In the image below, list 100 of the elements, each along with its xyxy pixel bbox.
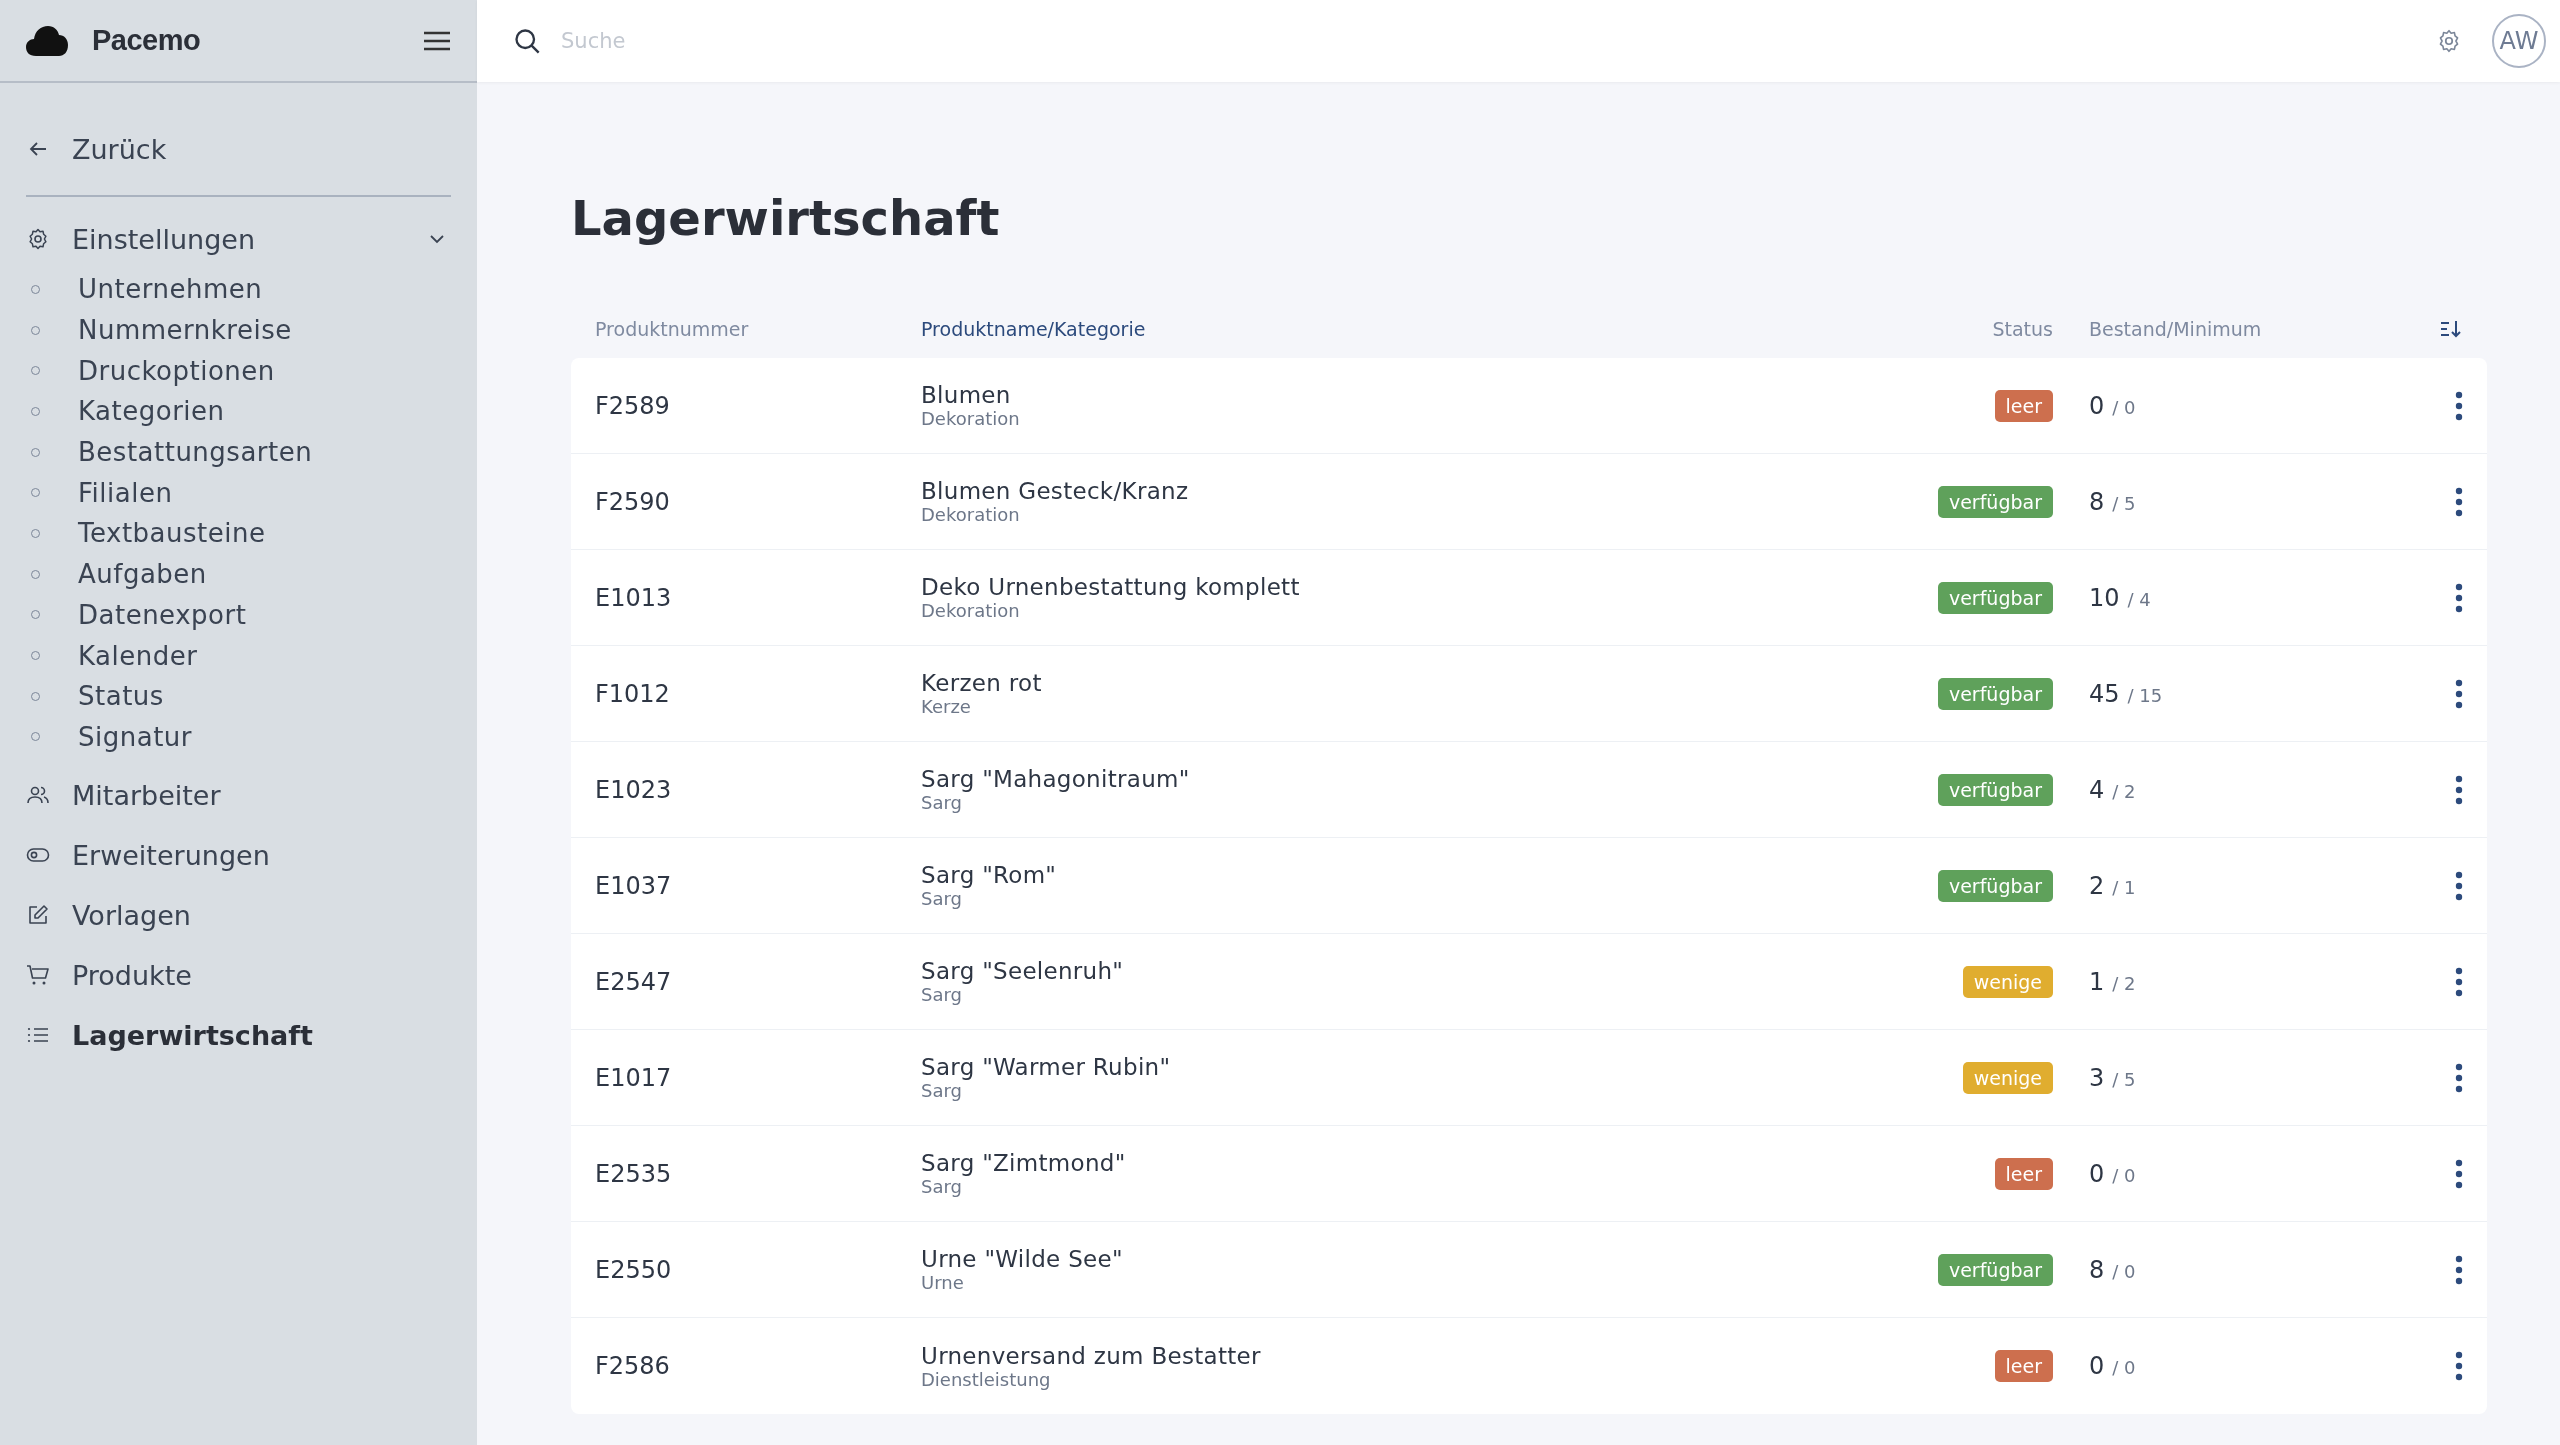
product-category: Kerze (921, 696, 972, 717)
status-badge: verfügbar (1937, 677, 2053, 710)
status-badge: verfügbar (1937, 773, 2053, 806)
nav-item[interactable]: Erweiterungen (26, 825, 451, 886)
submenu-item[interactable]: Status (26, 675, 451, 717)
product-number: F1012 (595, 679, 671, 708)
product-name: Sarg "Mahagonitraum" (921, 766, 1191, 792)
more-options-icon[interactable] (2455, 678, 2463, 709)
stock-count: 0 (2089, 1159, 2105, 1188)
product-name: Deko Urnenbestattung komplett (921, 574, 1301, 600)
product-category: Urne (921, 1272, 965, 1293)
minimum-count: / 5 (2112, 1068, 2136, 1090)
stock-count: 4 (2089, 775, 2105, 804)
product-number: E1013 (595, 583, 673, 612)
column-header[interactable]: Produktname/Kategorie (921, 318, 1853, 340)
page-title: Lagerwirtschaft (571, 190, 1001, 246)
submenu-item[interactable]: Kalender (26, 635, 451, 676)
product-category: Sarg (921, 1080, 963, 1101)
product-number: F2590 (595, 487, 671, 516)
product-name: Sarg "Zimtmond" (921, 1150, 1127, 1176)
menu-icon[interactable] (423, 30, 451, 51)
submenu-item[interactable]: Textbausteine (26, 513, 451, 554)
user-avatar[interactable]: AW (2492, 14, 2546, 68)
product-category: Dekoration (921, 504, 1021, 525)
stock-count: 3 (2089, 1063, 2105, 1092)
minimum-count: / 0 (2112, 1357, 2136, 1378)
minimum-count: / 2 (2112, 780, 2136, 802)
brand-name: Pacemo (92, 24, 202, 57)
minimum-count: / 15 (2127, 684, 2163, 706)
product-number: E1017 (595, 1063, 673, 1092)
submenu-item[interactable]: Signatur (26, 716, 451, 758)
minimum-count: / 1 (2112, 876, 2136, 898)
cloud-logo-icon (26, 24, 68, 57)
product-number: E2550 (595, 1255, 673, 1284)
status-badge: verfügbar (1937, 581, 2053, 614)
product-name: Kerzen rot (921, 670, 1043, 696)
gear-icon (26, 227, 50, 251)
more-options-icon[interactable] (2455, 1254, 2463, 1285)
status-badge: wenige (1962, 965, 2053, 998)
more-options-icon[interactable] (2455, 582, 2463, 613)
minimum-count: / 5 (2112, 492, 2136, 514)
stock-count: 2 (2089, 871, 2105, 900)
submenu-item[interactable]: Bestattungsarten (26, 431, 451, 473)
product-number: E1037 (595, 871, 673, 900)
submenu-item[interactable]: Filialen (26, 472, 451, 514)
minimum-count: / 0 (2112, 1164, 2136, 1186)
status-badge: leer (1994, 1350, 2053, 1382)
product-number: F2589 (595, 391, 671, 420)
submenu-item[interactable]: Unternehmen (26, 269, 451, 310)
product-name: Sarg "Rom" (921, 862, 1058, 888)
status-badge: wenige (1962, 1061, 2053, 1094)
nav-item[interactable]: Mitarbeiter (26, 765, 451, 826)
product-category: Dekoration (921, 600, 1021, 621)
settings-menu-item[interactable]: Einstellungen (26, 213, 451, 265)
minimum-count: / 4 (2127, 588, 2151, 610)
product-number: E1023 (595, 775, 673, 804)
nav-item[interactable]: Lagerwirtschaft (26, 1005, 451, 1066)
more-options-icon[interactable] (2455, 1062, 2463, 1093)
product-name: Sarg "Seelenruh" (921, 958, 1125, 984)
product-category: Sarg (921, 888, 963, 909)
product-name: Blumen Gesteck/Kranz (921, 478, 1190, 504)
minimum-count: / 0 (2112, 396, 2136, 418)
product-category: Dekoration (921, 408, 1021, 429)
more-options-icon[interactable] (2455, 966, 2463, 997)
stock-count: 0 (2089, 1352, 2105, 1380)
stock-count: 0 (2089, 391, 2105, 420)
more-options-icon[interactable] (2455, 870, 2463, 901)
product-number: E2535 (595, 1159, 673, 1188)
sort-icon[interactable] (2439, 319, 2463, 339)
search-icon (513, 27, 541, 55)
submenu-item[interactable]: Datenexport (26, 594, 451, 636)
submenu-item[interactable]: Nummernkreise (26, 309, 451, 351)
nav-item[interactable]: Vorlagen (26, 885, 451, 946)
minimum-count: / 2 (2112, 972, 2136, 994)
product-number: E2547 (595, 967, 673, 996)
more-options-icon[interactable] (2455, 486, 2463, 517)
product-name: Urnenversand zum Bestatter (921, 1342, 1262, 1369)
stock-count: 45 (2089, 679, 2120, 708)
product-name: Sarg "Warmer Rubin" (921, 1054, 1172, 1080)
status-badge: verfügbar (1937, 1253, 2053, 1286)
stock-count: 8 (2089, 487, 2105, 516)
stock-count: 1 (2089, 967, 2105, 996)
more-options-icon[interactable] (2455, 1351, 2463, 1381)
status-badge: verfügbar (1937, 485, 2053, 518)
minimum-count: / 0 (2112, 1260, 2136, 1282)
status-badge: verfügbar (1937, 869, 2053, 902)
product-number: F2586 (595, 1352, 671, 1380)
back-link[interactable]: Zurück (26, 123, 451, 175)
more-options-icon[interactable] (2455, 390, 2463, 421)
product-category: Sarg (921, 1176, 963, 1197)
search-field[interactable]: Suche (559, 28, 2406, 54)
product-category: Sarg (921, 792, 963, 813)
submenu-item[interactable]: Kategorien (26, 391, 451, 432)
more-options-icon[interactable] (2455, 774, 2463, 805)
product-name: Urne "Wilde See" (921, 1246, 1124, 1272)
nav-item[interactable]: Produkte (26, 945, 451, 1006)
submenu-item[interactable]: Aufgaben (26, 553, 451, 595)
submenu-item[interactable]: Druckoptionen (26, 350, 451, 392)
more-options-icon[interactable] (2455, 1158, 2463, 1189)
status-badge: leer (1994, 389, 2053, 422)
